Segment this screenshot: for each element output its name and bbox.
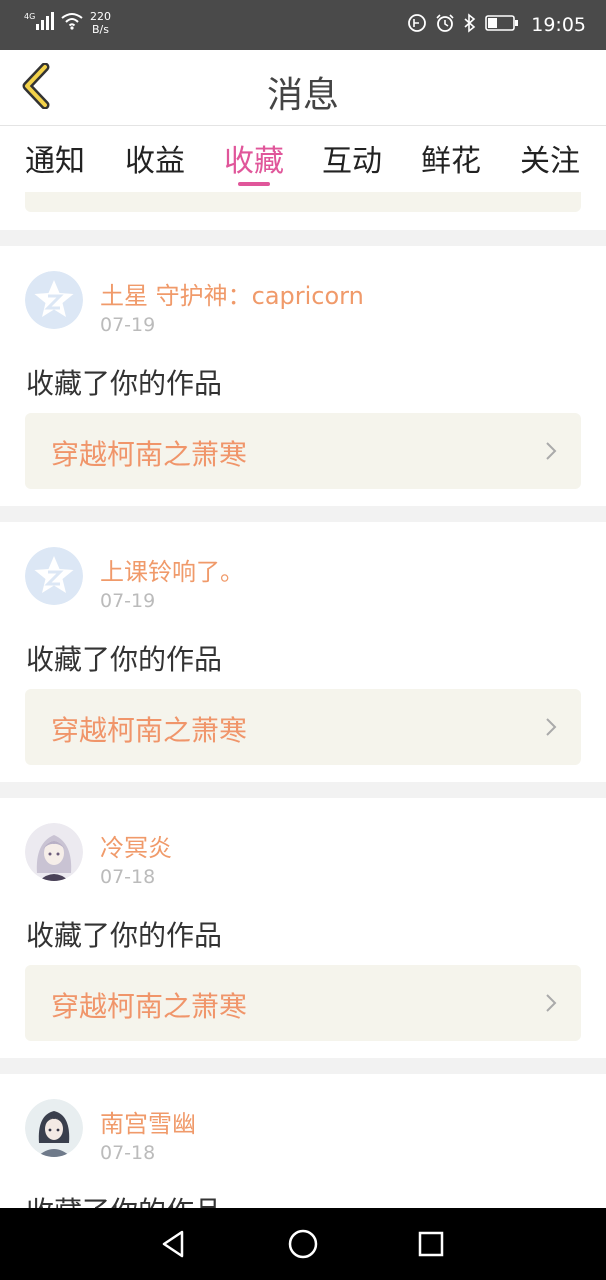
username[interactable]: 土星 守护神：capricorn: [100, 276, 364, 311]
hd-icon: [407, 13, 427, 37]
nav-recents-icon[interactable]: [413, 1226, 449, 1262]
list-item: 南宫雪幽 07-18 收藏了你的作品: [0, 1074, 606, 1208]
work-link-partial[interactable]: [25, 192, 581, 212]
clock: 19:05: [531, 14, 586, 36]
alarm-icon: [435, 13, 455, 37]
username[interactable]: 冷冥炎: [100, 828, 172, 863]
work-link[interactable]: 穿越柯南之萧寒: [25, 965, 581, 1041]
work-title: 穿越柯南之萧寒: [51, 438, 248, 471]
nav-back-icon[interactable]: [155, 1226, 191, 1262]
message-text: 收藏了你的作品: [26, 1190, 222, 1208]
default-avatar-icon[interactable]: [25, 271, 83, 329]
message-date: 07-18: [100, 866, 156, 888]
username[interactable]: 南宫雪幽: [100, 1104, 196, 1139]
network-speed: 220 B/s: [90, 10, 111, 36]
tab-earnings[interactable]: 收益: [115, 136, 195, 180]
message-text: 收藏了你的作品: [26, 367, 223, 400]
tab-following[interactable]: 关注: [510, 136, 590, 180]
username[interactable]: 上课铃响了。: [100, 552, 244, 587]
message-text: 收藏了你的作品: [26, 643, 223, 676]
active-tab-indicator: [238, 182, 270, 186]
wifi-icon: [60, 11, 84, 35]
signal-icon: 4G: [24, 10, 54, 36]
bluetooth-icon: [463, 13, 477, 37]
battery-icon: [485, 14, 519, 36]
list-item: 土星 守护神：capricorn 07-19 收藏了你的作品 穿越柯南之萧寒: [0, 246, 606, 506]
user-photo-avatar[interactable]: [25, 1099, 83, 1157]
message-list[interactable]: 土星 守护神：capricorn 07-19 收藏了你的作品 穿越柯南之萧寒 上…: [0, 192, 606, 1208]
work-title: 穿越柯南之萧寒: [51, 990, 248, 1023]
list-item: 冷冥炎 07-18 收藏了你的作品 穿越柯南之萧寒: [0, 798, 606, 1058]
tab-favorites[interactable]: 收藏: [214, 136, 294, 180]
tab-flowers[interactable]: 鲜花: [411, 136, 491, 180]
message-date: 07-19: [100, 314, 156, 336]
tab-bar: 通知 收益 收藏 互动 鲜花 关注: [0, 126, 606, 192]
work-title: 穿越柯南之萧寒: [51, 714, 248, 747]
chevron-right-icon: [545, 717, 557, 741]
svg-text:4G: 4G: [24, 12, 35, 21]
page-title: 消息: [266, 75, 339, 116]
message-date: 07-18: [100, 1142, 156, 1164]
default-avatar-icon[interactable]: [25, 547, 83, 605]
tab-interaction[interactable]: 互动: [312, 136, 392, 180]
system-nav-bar: [0, 1208, 606, 1280]
tab-notifications[interactable]: 通知: [15, 136, 95, 180]
message-text: 收藏了你的作品: [26, 919, 223, 952]
chevron-right-icon: [545, 441, 557, 465]
app-header: 消息: [0, 50, 606, 126]
user-photo-avatar[interactable]: [25, 823, 83, 881]
status-bar: 4G 220 B/s 19:05: [0, 0, 606, 50]
work-link[interactable]: 穿越柯南之萧寒: [25, 689, 581, 765]
list-item: 上课铃响了。 07-19 收藏了你的作品 穿越柯南之萧寒: [0, 522, 606, 782]
nav-home-icon[interactable]: [285, 1226, 321, 1262]
work-link[interactable]: 穿越柯南之萧寒: [25, 413, 581, 489]
message-date: 07-19: [100, 590, 156, 612]
chevron-right-icon: [545, 993, 557, 1017]
list-item-partial: [0, 192, 606, 230]
